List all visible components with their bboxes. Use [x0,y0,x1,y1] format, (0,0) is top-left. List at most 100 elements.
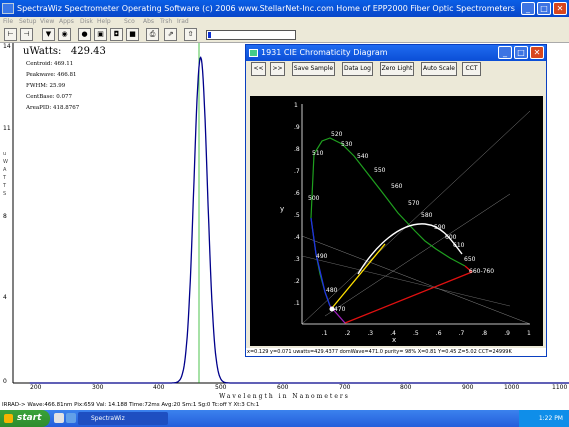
close-button[interactable]: ✕ [553,2,567,15]
maximize-button[interactable]: □ [537,2,551,15]
wavelength-label: 550 [374,167,386,174]
taskbar-spectrawiz[interactable]: SpectraWiz [78,412,168,425]
purple-line-red [344,271,473,324]
cie-titlebar: 1931 CIE Chromaticity Diagram _ □ ✕ [246,45,546,61]
cie-x-tick: .2 [345,330,351,337]
scroll-right-icon[interactable]: ⊣ [20,28,33,41]
centbase-readout: CentBase: 0.077 [26,94,72,100]
menu-file[interactable]: File [3,17,13,27]
cie-y-tick: 1 [294,102,298,109]
wavelength-label: 490 [316,253,328,260]
desktop-icon[interactable] [54,413,64,423]
y-tick-0: 0 [3,378,7,385]
menu-disk[interactable]: Disk [80,17,93,27]
upload-icon[interactable]: ⇧ [184,28,197,41]
zero-light-button[interactable]: Zero Light [380,62,414,76]
cie-x-tick: .1 [322,330,328,337]
wavelength-label: 570 [408,200,420,207]
app-titlebar: SpectraWiz Spectrometer Operating Softwa… [0,0,569,17]
wavelength-label: 650 [464,256,476,263]
cie-plot-area: .1.2.3.4.5.6.7.8.9 1 1.9.8.7.6.5.4.3.2.1 y x… [250,96,543,346]
menu-sco[interactable]: Sco [124,17,135,27]
cie-y-tick: .1 [294,300,300,307]
wavelength-label: 520 [331,131,343,138]
cie-status-bar: x=0.129 y=0.071 uwatts=429.4377 domWave=… [246,348,546,356]
x-tick-1000: 1000 [504,384,520,391]
fwhm-readout: FWHM: 25.99 [26,83,66,89]
menu-setup[interactable]: Setup [19,17,36,27]
start-button[interactable]: start [0,410,50,427]
peakwave-readout: Peakwave: 466.81 [26,72,77,78]
x-tick-500: 500 [215,384,227,391]
menu-view[interactable]: View [40,17,54,27]
cie-y-axis-label: y [280,205,284,213]
print-icon[interactable]: ⎙ [146,28,159,41]
y-axis-unit: uWATTS [3,151,8,197]
x-tick-700: 700 [339,384,351,391]
cie-diagram: .1.2.3.4.5.6.7.8.9 11.9.8.7.6.5.4.3.2.1yx… [280,102,531,344]
menu-help[interactable]: Help [97,17,111,27]
menu-apps[interactable]: Apps [59,17,74,27]
cie-minimize-button[interactable]: _ [498,46,512,59]
bulb-icon[interactable]: ● [78,28,91,41]
save-sample-button[interactable]: Save Sample [292,62,335,76]
x-tick-600: 600 [277,384,289,391]
scroll-left-icon[interactable]: ⊢ [4,28,17,41]
toolbar: ⊢ ⊣ ▼ ◉ ● ▣ ◘ ■ ⎙ ⇗ ⇧ [0,27,569,43]
cie-x-tick: .3 [367,330,373,337]
wavelength-label: 660-760 [469,268,494,275]
taskbar: start SpectraWiz 1:22 PM [0,410,569,427]
cie-y-tick: .3 [294,256,300,263]
wavelength-label: 540 [357,153,369,160]
dominant-wave-line [331,243,386,309]
cie-y-tick: .9 [294,124,300,131]
x-tick-1100: 1100 [552,384,568,391]
cie-x-tick: .7 [459,330,465,337]
wavelength-label: 530 [341,141,353,148]
windows-logo-icon [4,414,13,423]
export-icon[interactable]: ⇗ [164,28,177,41]
cie-y-tick: .7 [294,168,300,175]
cie-window-icon [249,49,258,57]
system-tray: 1:22 PM [519,410,569,427]
cct-button[interactable]: CCT [462,62,481,76]
menu-trsh[interactable]: Trsh [160,17,172,27]
y-tick-8: 8 [3,213,7,220]
auto-scale-button[interactable]: Auto Scale [421,62,457,76]
areapid-readout: AreaPID: 418.8767 [26,105,80,111]
y-tick-14: 14 [3,43,11,50]
next-button[interactable]: >> [270,62,285,76]
minimize-button[interactable]: _ [521,2,535,15]
wavelength-label: 580 [421,212,433,219]
x-tick-400: 400 [153,384,165,391]
cie-close-button[interactable]: ✕ [530,46,544,59]
browser-icon[interactable] [66,413,76,423]
capture-icon[interactable]: ◘ [110,28,123,41]
wavelength-label: 480 [326,287,338,294]
wavelength-label: 600 [445,234,457,241]
scan-progress-bar [206,30,296,40]
camera-icon[interactable]: ■ [126,28,139,41]
wavelength-label: 500 [308,195,320,202]
locus-green [310,137,466,307]
menu-bar: File Setup View Apps Disk Help Sco Abs T… [0,17,569,27]
prev-button[interactable]: << [251,62,266,76]
cie-x-tick: .6 [436,330,442,337]
probe-icon[interactable]: ▼ [42,28,55,41]
cie-x-tick: .5 [413,330,419,337]
x-tick-900: 900 [462,384,474,391]
uwatts-readout: uWatts: 429.43 [23,46,106,57]
cie-x-tick: .9 [504,330,510,337]
data-log-button[interactable]: Data Log [342,62,373,76]
x-tick-800: 800 [400,384,412,391]
menu-abs[interactable]: Abs [143,17,154,27]
wavelength-label: 590 [434,224,446,231]
cie-y-tick: .4 [294,234,300,241]
menu-irad[interactable]: Irad [177,17,189,27]
cie-maximize-button[interactable]: □ [514,46,528,59]
save-icon[interactable]: ▣ [94,28,107,41]
cie-x-tick: .8 [481,330,487,337]
wavelength-label: 510 [312,150,324,157]
lens-icon[interactable]: ◉ [58,28,71,41]
cie-title: 1931 CIE Chromaticity Diagram [261,48,388,57]
